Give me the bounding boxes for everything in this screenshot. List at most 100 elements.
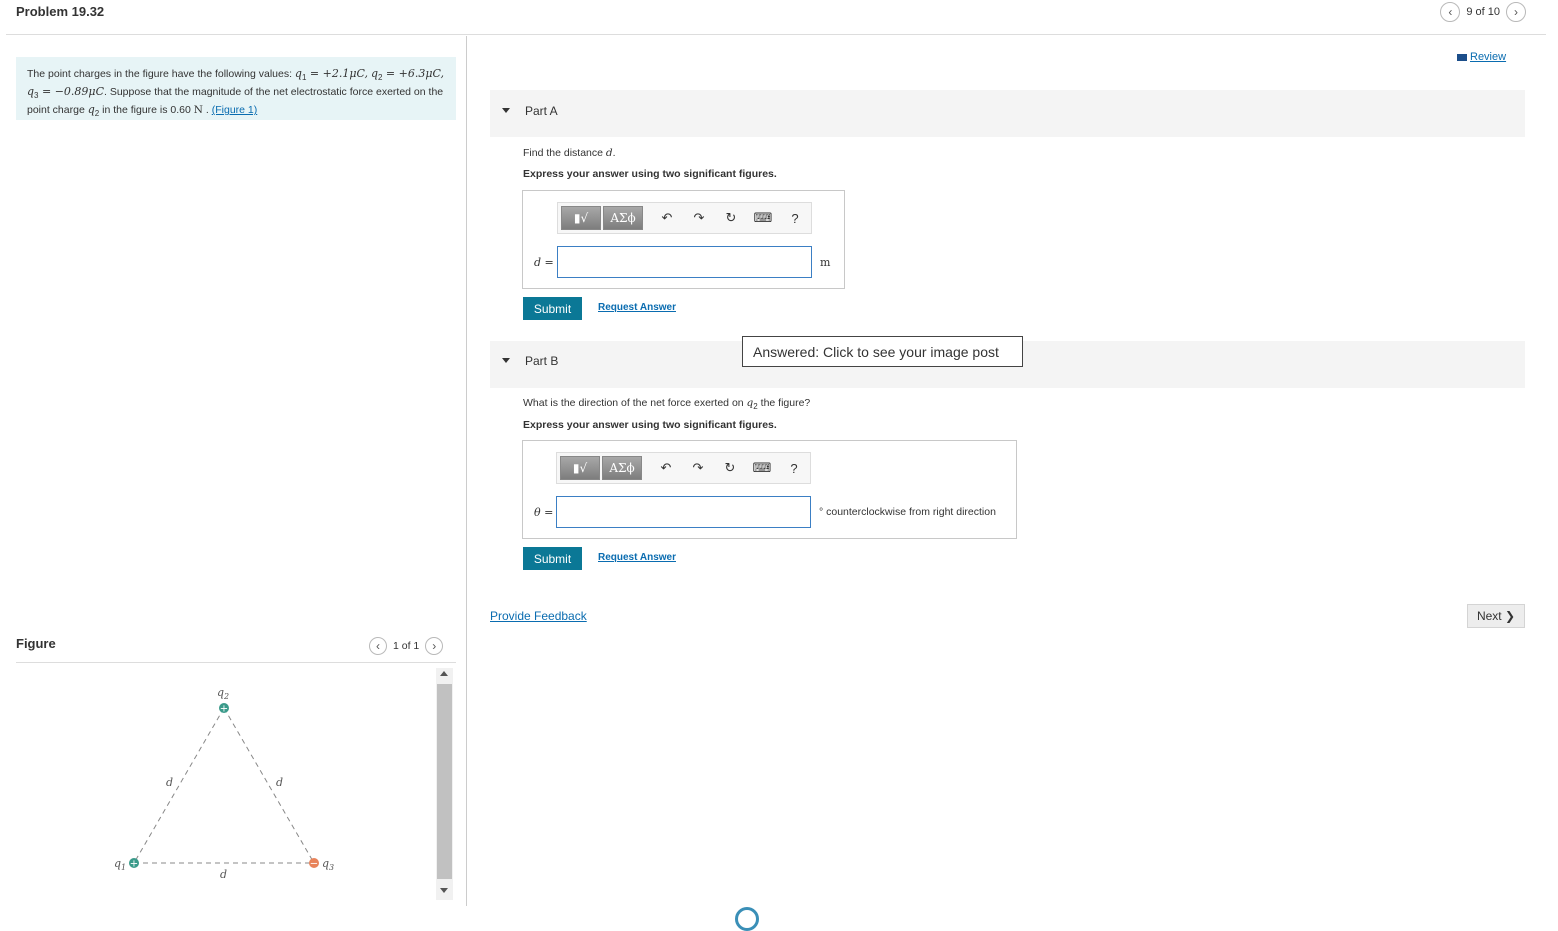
- d-left-label: d: [166, 776, 173, 789]
- pager-text: 9 of 10: [1466, 6, 1500, 18]
- problem-statement: The point charges in the figure have the…: [16, 57, 456, 120]
- part-b-label: Part B: [525, 354, 559, 368]
- caret-down-icon: [502, 358, 510, 363]
- pane-divider: [466, 36, 467, 906]
- templates-button[interactable]: ▮√: [561, 206, 601, 230]
- part-a-unit: m: [820, 256, 831, 269]
- part-a-question: Find the distance d.: [523, 147, 616, 159]
- problem-title: Problem 19.32: [16, 4, 105, 19]
- chevron-left-icon: ‹: [376, 639, 380, 653]
- next-problem-button[interactable]: ›: [1506, 2, 1526, 22]
- plus-icon: +: [220, 704, 228, 715]
- undo-icon[interactable]: ↶: [651, 210, 683, 226]
- problem-text-4: .: [202, 104, 212, 117]
- part-a-label: Part A: [525, 104, 558, 118]
- q3-label-sub: 3: [329, 863, 334, 872]
- part-a-submit-button[interactable]: Submit: [523, 297, 582, 320]
- provide-feedback-link[interactable]: Provide Feedback: [490, 609, 587, 623]
- header-divider: [6, 34, 1546, 35]
- scroll-up-icon[interactable]: [440, 671, 448, 676]
- keyboard-icon[interactable]: ⌨: [746, 460, 778, 476]
- problem-text-3: in the figure is 0.60: [99, 104, 194, 117]
- q2-symbol: q: [370, 67, 378, 80]
- caret-down-icon: [502, 108, 510, 113]
- side-q2-q3: [223, 707, 315, 864]
- q2-label-symbol: q: [217, 686, 224, 699]
- q2-inline: q: [87, 103, 95, 117]
- keyboard-icon[interactable]: ⌨: [747, 210, 779, 226]
- part-b-instruction: Express your answer using two significan…: [523, 419, 777, 431]
- part-b-unit: ° counterclockwise from right direction: [819, 506, 996, 518]
- problem-text: The point charges in the figure have the…: [27, 68, 295, 80]
- q1-value: = +2.1μC,: [306, 67, 369, 80]
- redo-icon[interactable]: ↷: [682, 460, 714, 476]
- chevron-left-icon: ‹: [1448, 5, 1453, 19]
- review-label: Review: [1470, 51, 1507, 63]
- reset-icon[interactable]: ↻: [715, 210, 747, 226]
- undo-icon[interactable]: ↶: [650, 460, 682, 476]
- q2-label-sub: 2: [223, 692, 229, 701]
- q3-label: q3: [322, 857, 334, 872]
- review-icon: [1457, 53, 1467, 61]
- part-b-submit-button[interactable]: Submit: [523, 547, 582, 570]
- part-b-question: What is the direction of the net force e…: [523, 397, 810, 411]
- plus-icon: +: [130, 859, 138, 870]
- figure-scrollbar-thumb[interactable]: [437, 684, 452, 879]
- q1-label-sub: 1: [121, 863, 126, 872]
- minus-icon: −: [310, 859, 318, 870]
- part-a-request-answer-link[interactable]: Request Answer: [598, 302, 676, 313]
- figure-link[interactable]: (Figure 1): [212, 104, 258, 116]
- q2-label: q2: [217, 686, 229, 701]
- part-a-instruction: Express your answer using two significan…: [523, 168, 777, 180]
- figure-pager: ‹ 1 of 1 ›: [369, 637, 444, 655]
- part-b-answer-input[interactable]: [556, 496, 811, 528]
- q3-value: = −0.89μC: [38, 85, 104, 99]
- part-b-var-label: θ =: [534, 506, 554, 519]
- part-a-question-text: Find the distance: [523, 147, 606, 159]
- reset-icon[interactable]: ↻: [714, 460, 746, 476]
- templates-button[interactable]: ▮√: [560, 456, 600, 480]
- part-a-question-var: d: [605, 147, 613, 159]
- part-b-question-end: the figure?: [757, 397, 811, 409]
- prev-figure-button[interactable]: ‹: [369, 637, 387, 655]
- answered-banner[interactable]: Answered: Click to see your image post: [742, 336, 1023, 367]
- part-b-question-text: What is the direction of the net force e…: [523, 397, 747, 409]
- part-a-var-label: d =: [534, 256, 554, 269]
- q3-label-symbol: q: [322, 857, 329, 870]
- help-icon[interactable]: ?: [778, 461, 810, 476]
- part-a-question-end: .: [612, 147, 616, 159]
- part-b-answer-box: ▮√ ΑΣϕ ↶ ↷ ↻ ⌨ ? θ = ° counterclockwise …: [522, 440, 1017, 539]
- scroll-down-icon[interactable]: [440, 888, 448, 893]
- q1-label: q1: [114, 857, 126, 872]
- q1-label-symbol: q: [114, 857, 121, 870]
- d-right-label: d: [276, 776, 283, 789]
- d-bottom-label: d: [220, 868, 227, 881]
- q3-symbol: q: [27, 85, 35, 99]
- chevron-right-icon: ›: [1514, 5, 1518, 19]
- next-button[interactable]: Next ❯: [1467, 604, 1525, 628]
- figure-divider: [16, 662, 456, 663]
- charges-triangle-figure: + + − q2 q1 q3 d d d: [114, 686, 334, 881]
- part-a-header[interactable]: [490, 90, 1525, 137]
- redo-icon[interactable]: ↷: [683, 210, 715, 226]
- part-a-answer-box: ▮√ ΑΣϕ ↶ ↷ ↻ ⌨ ? d = m: [522, 190, 845, 289]
- next-figure-button[interactable]: ›: [425, 637, 444, 655]
- figure-heading: Figure: [16, 636, 56, 651]
- part-b-toolbar: ▮√ ΑΣϕ ↶ ↷ ↻ ⌨ ?: [556, 452, 811, 484]
- problem-pager: ‹ 9 of 10 ›: [1440, 2, 1526, 22]
- loading-spinner-icon: [735, 907, 759, 931]
- side-q1-q2: [133, 707, 225, 864]
- chevron-right-icon: ›: [432, 639, 437, 653]
- greek-button[interactable]: ΑΣϕ: [602, 456, 642, 480]
- q1-symbol: q: [294, 67, 302, 80]
- prev-problem-button[interactable]: ‹: [1440, 2, 1461, 22]
- part-a-answer-input[interactable]: [557, 246, 812, 278]
- q2-value: = +6.3μC,: [382, 67, 445, 80]
- part-a-toolbar: ▮√ ΑΣϕ ↶ ↷ ↻ ⌨ ?: [557, 202, 812, 234]
- help-icon[interactable]: ?: [779, 211, 811, 226]
- greek-button[interactable]: ΑΣϕ: [603, 206, 643, 230]
- figure-pager-text: 1 of 1: [393, 640, 420, 652]
- force-unit: N: [193, 104, 203, 117]
- review-link[interactable]: Review: [1457, 51, 1506, 63]
- part-b-request-answer-link[interactable]: Request Answer: [598, 552, 676, 563]
